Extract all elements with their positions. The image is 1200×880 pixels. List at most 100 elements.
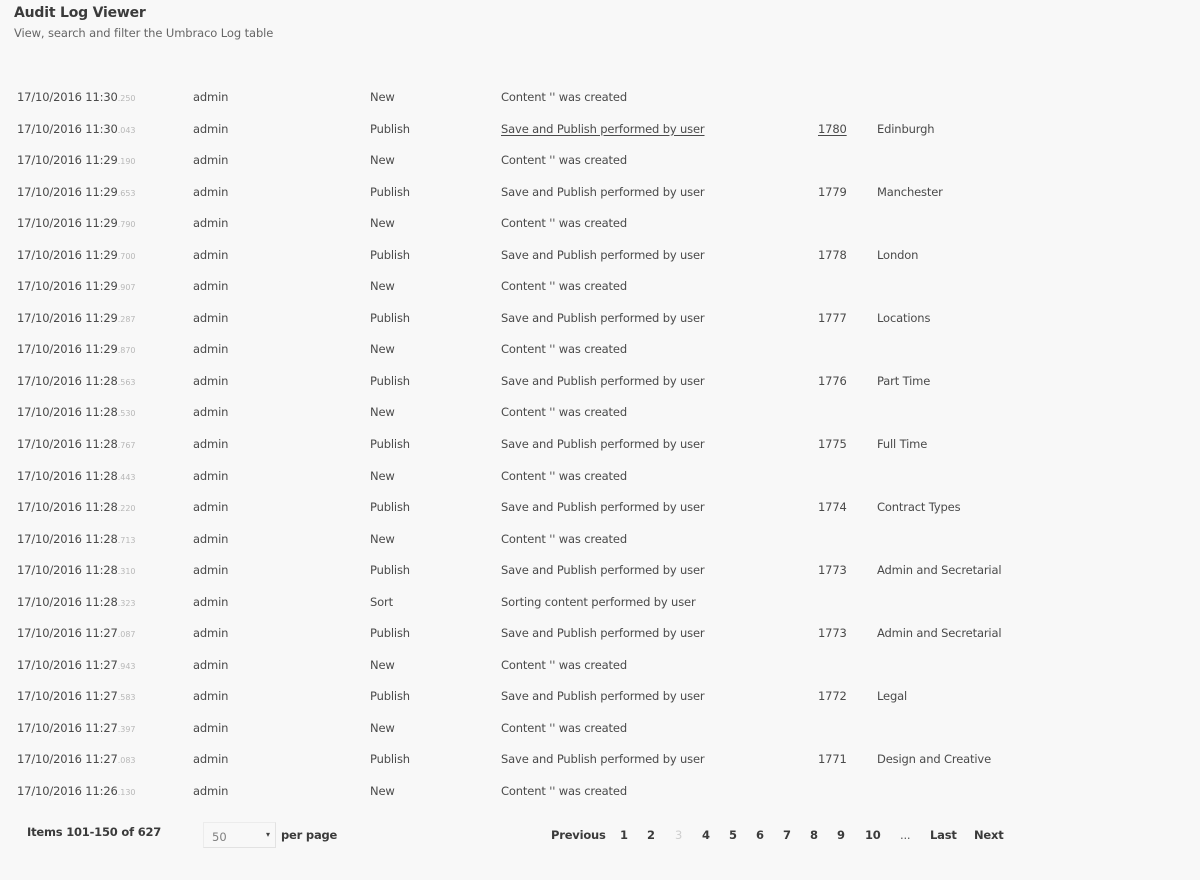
log-comment: Content '' was created xyxy=(501,342,627,356)
log-type: Publish xyxy=(370,311,410,325)
log-date-text: 17/10/2016 11:28 xyxy=(17,405,118,420)
log-row[interactable]: 17/10/2016 11:28.563 admin Publish Save and… xyxy=(0,365,1200,397)
log-user-text: admin xyxy=(193,626,229,641)
log-row[interactable]: 17/10/2016 11:27.397 admin New Content '' w… xyxy=(0,712,1200,744)
log-date-milliseconds: .583 xyxy=(117,693,136,703)
log-row[interactable]: 17/10/2016 11:29.790 admin New Content '' w… xyxy=(0,207,1200,239)
log-date-milliseconds: .323 xyxy=(117,598,136,608)
log-date-text: 17/10/2016 11:29 xyxy=(17,247,118,262)
per-page-select[interactable]: 50 ▾ xyxy=(203,822,276,848)
log-type-text: New xyxy=(370,784,395,799)
log-date-milliseconds: .083 xyxy=(117,756,136,766)
log-node-id-text: 1780 xyxy=(818,121,847,136)
log-row[interactable]: 17/10/2016 11:27.583 admin Publish Save and… xyxy=(0,680,1200,712)
log-row[interactable]: 17/10/2016 11:28.713 admin New Content '' w… xyxy=(0,523,1200,555)
log-row[interactable]: 17/10/2016 11:28.767 admin Publish Save and… xyxy=(0,428,1200,460)
log-type: New xyxy=(370,721,395,735)
page-button-7[interactable]: 7 xyxy=(783,828,791,842)
log-type: Publish xyxy=(370,122,410,136)
log-row[interactable]: 17/10/2016 11:28.323 admin Sort Sorting con… xyxy=(0,586,1200,618)
log-date-text: 17/10/2016 11:30 xyxy=(17,90,118,104)
log-node-id-text: 1771 xyxy=(818,752,847,767)
log-node-name: Admin and Secretarial xyxy=(877,626,1002,640)
log-user-text: admin xyxy=(193,405,229,420)
next-page-button[interactable]: Next xyxy=(974,828,1004,842)
log-comment-text: Content '' was created xyxy=(501,657,627,672)
log-comment-text: Save and Publish performed by user xyxy=(501,500,705,515)
log-user-text: admin xyxy=(193,657,229,672)
log-node-id: 1773 xyxy=(818,626,847,640)
log-row[interactable]: 17/10/2016 11:29.870 admin New Content '' w… xyxy=(0,333,1200,365)
log-user: admin xyxy=(193,185,228,199)
page-button-10[interactable]: 10 xyxy=(865,828,881,842)
log-date-text: 17/10/2016 11:27 xyxy=(17,689,118,704)
log-user: admin xyxy=(193,405,228,419)
log-date: 17/10/2016 11:27.583 xyxy=(17,689,136,703)
log-date: 17/10/2016 11:28.767 xyxy=(17,437,136,451)
log-row[interactable]: 17/10/2016 11:29.907 admin New Content '' w… xyxy=(0,270,1200,302)
page-button-5[interactable]: 5 xyxy=(729,828,737,842)
page-button-4[interactable]: 4 xyxy=(702,828,710,842)
log-comment: Save and Publish performed by user xyxy=(501,437,705,451)
log-row[interactable]: 17/10/2016 11:27.943 admin New Content '' w… xyxy=(0,649,1200,681)
log-user: admin xyxy=(193,721,228,735)
log-row[interactable]: 17/10/2016 11:29.653 admin Publish Save and… xyxy=(0,176,1200,208)
page-button-1[interactable]: 1 xyxy=(620,828,628,842)
log-node-id-text: 1775 xyxy=(818,437,847,452)
log-comment: Content '' was created xyxy=(501,532,627,546)
log-row[interactable]: 17/10/2016 11:27.083 admin Publish Save and… xyxy=(0,743,1200,775)
log-date-text: 17/10/2016 11:26 xyxy=(17,784,118,799)
log-node-id-text: 1774 xyxy=(818,500,847,515)
log-row[interactable]: 17/10/2016 11:28.443 admin New Content '' w… xyxy=(0,460,1200,492)
last-page-button[interactable]: Last xyxy=(930,828,957,842)
log-type: Publish xyxy=(370,374,410,388)
page-button-8[interactable]: 8 xyxy=(810,828,818,842)
page-button-2[interactable]: 2 xyxy=(647,828,655,842)
log-type-text: New xyxy=(370,90,395,104)
log-date-milliseconds: .310 xyxy=(117,567,136,577)
log-row[interactable]: 17/10/2016 11:29.287 admin Publish Save and… xyxy=(0,302,1200,334)
log-comment-text: Save and Publish performed by user xyxy=(501,626,705,641)
log-user-text: admin xyxy=(193,784,229,799)
log-type-text: Publish xyxy=(370,500,410,515)
log-row[interactable]: 17/10/2016 11:29.190 admin New Content '' w… xyxy=(0,144,1200,176)
log-date: 17/10/2016 11:29.700 xyxy=(17,248,136,262)
page-header: Audit Log Viewer View, search and filter… xyxy=(14,5,273,40)
log-row[interactable]: 17/10/2016 11:26.130 admin New Content '' w… xyxy=(0,775,1200,807)
log-row[interactable]: 17/10/2016 11:28.220 admin Publish Save and… xyxy=(0,491,1200,523)
page-button-9[interactable]: 9 xyxy=(837,828,845,842)
log-node-id-text: 1776 xyxy=(818,373,847,388)
pagination-footer: Items 101-150 of 627 50 ▾ per page Previ… xyxy=(0,812,1200,862)
log-row[interactable]: 17/10/2016 11:30.250 admin New Content '' w… xyxy=(0,81,1200,113)
log-node-name-text: Manchester xyxy=(877,184,943,199)
log-row[interactable]: 17/10/2016 11:28.530 admin New Content '' w… xyxy=(0,396,1200,428)
log-comment-text: Content '' was created xyxy=(501,279,627,294)
log-user: admin xyxy=(193,532,228,546)
log-user-text: admin xyxy=(193,720,229,735)
log-user: admin xyxy=(193,342,228,356)
page-button-6[interactable]: 6 xyxy=(756,828,764,842)
log-row[interactable]: 17/10/2016 11:29.700 admin Publish Save and… xyxy=(0,239,1200,271)
log-user-text: admin xyxy=(193,121,229,136)
log-comment-text: Content '' was created xyxy=(501,90,627,104)
log-row[interactable]: 17/10/2016 11:30.043 admin Publish Save and… xyxy=(0,113,1200,145)
previous-page-button[interactable]: Previous xyxy=(551,828,606,842)
log-user: admin xyxy=(193,248,228,262)
log-user-text: admin xyxy=(193,310,229,325)
log-date-milliseconds: .870 xyxy=(117,346,136,356)
log-node-name-text: Full Time xyxy=(877,437,928,452)
log-row[interactable]: 17/10/2016 11:28.310 admin Publish Save and… xyxy=(0,554,1200,586)
log-row[interactable]: 17/10/2016 11:27.087 admin Publish Save and… xyxy=(0,617,1200,649)
log-type: New xyxy=(370,658,395,672)
log-comment: Content '' was created xyxy=(501,784,627,798)
log-node-id[interactable]: 1780 xyxy=(818,122,847,136)
log-user-text: admin xyxy=(193,342,229,357)
log-type: New xyxy=(370,469,395,483)
log-comment: Content '' was created xyxy=(501,469,627,483)
log-comment-text: Save and Publish performed by user xyxy=(501,563,705,578)
log-user-text: admin xyxy=(193,500,229,515)
log-type-text: Publish xyxy=(370,184,410,199)
log-comment[interactable]: Save and Publish performed by user xyxy=(501,122,705,136)
log-node-name: Design and Creative xyxy=(877,752,991,766)
chevron-down-icon: ▾ xyxy=(265,830,270,839)
